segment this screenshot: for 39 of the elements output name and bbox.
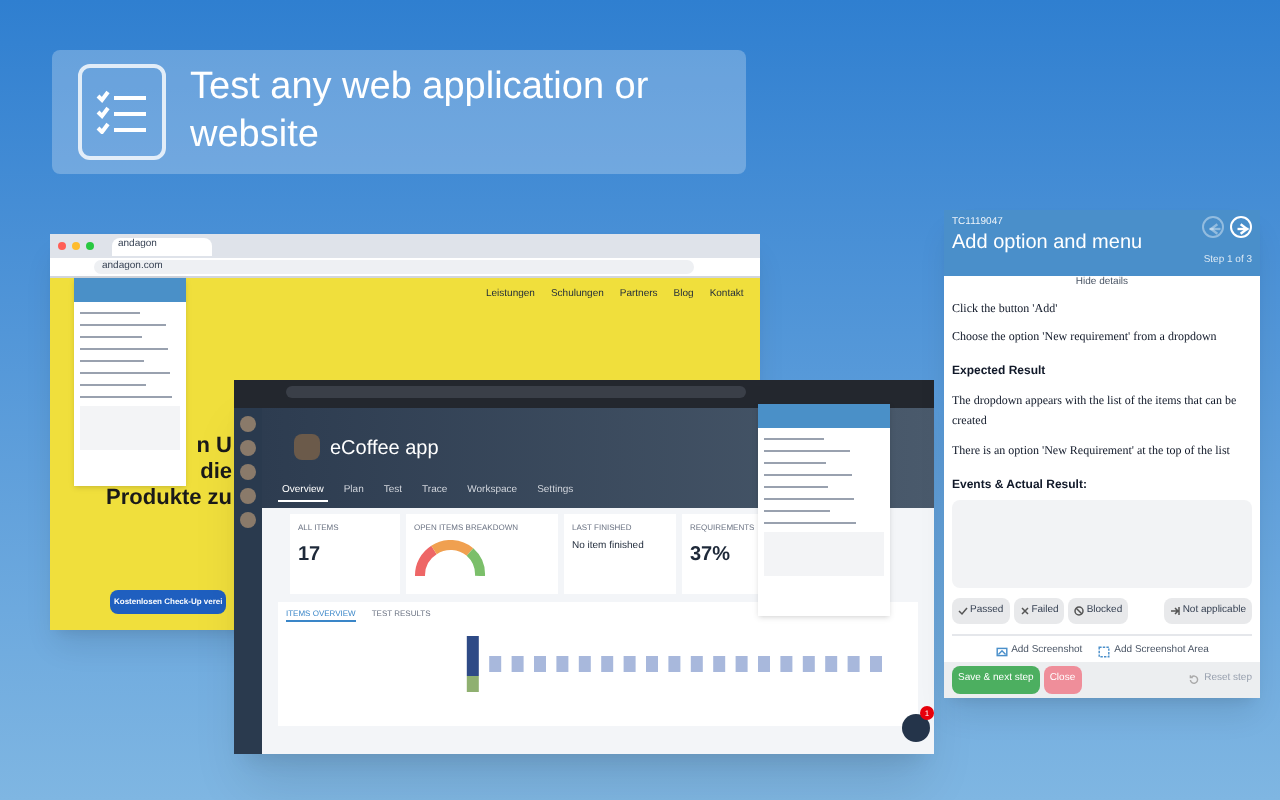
chart-bar — [646, 656, 658, 672]
reset-icon — [1188, 674, 1201, 686]
app-title: eCoffee app — [330, 436, 439, 464]
chart-bar — [623, 656, 636, 672]
address-bar[interactable] — [286, 386, 746, 398]
chart-bar — [534, 656, 546, 672]
photo-placeholder — [294, 434, 320, 460]
previous-step-button[interactable] — [1202, 216, 1224, 238]
banner-title: Test any web application or website — [190, 64, 651, 160]
skip-icon — [1170, 605, 1181, 616]
chart-bar — [601, 656, 614, 672]
chart-bar — [713, 656, 726, 672]
chart-bar — [780, 656, 793, 672]
chart-bar — [802, 656, 815, 672]
cross-icon — [1019, 605, 1030, 616]
headline-text: n U — [196, 434, 232, 460]
chart-bar — [489, 656, 502, 672]
chart-bar — [668, 656, 681, 672]
headline-text: Produkte zu — [106, 486, 232, 512]
chart-bar — [690, 656, 703, 672]
headline-text: die — [200, 460, 232, 486]
chart-bar — [556, 656, 569, 672]
chart-bar — [870, 656, 882, 672]
image-icon — [995, 645, 1008, 658]
chart-bar — [735, 656, 748, 672]
chart-bar — [511, 656, 524, 672]
chart-bar — [758, 656, 770, 672]
next-step-button[interactable] — [1230, 216, 1252, 238]
chart-bar — [825, 656, 838, 672]
check-icon — [958, 605, 968, 616]
blocked-icon — [1074, 605, 1085, 616]
chart-bar — [578, 656, 591, 672]
card-value: 37% — [690, 542, 733, 570]
panel-title: Add option and menu — [952, 231, 1143, 255]
gauge-chart-drawing — [414, 540, 486, 576]
card-value: 17 — [298, 542, 323, 570]
crop-icon — [1098, 645, 1111, 658]
chart-bar — [847, 656, 860, 672]
checklist-icon — [78, 64, 166, 160]
